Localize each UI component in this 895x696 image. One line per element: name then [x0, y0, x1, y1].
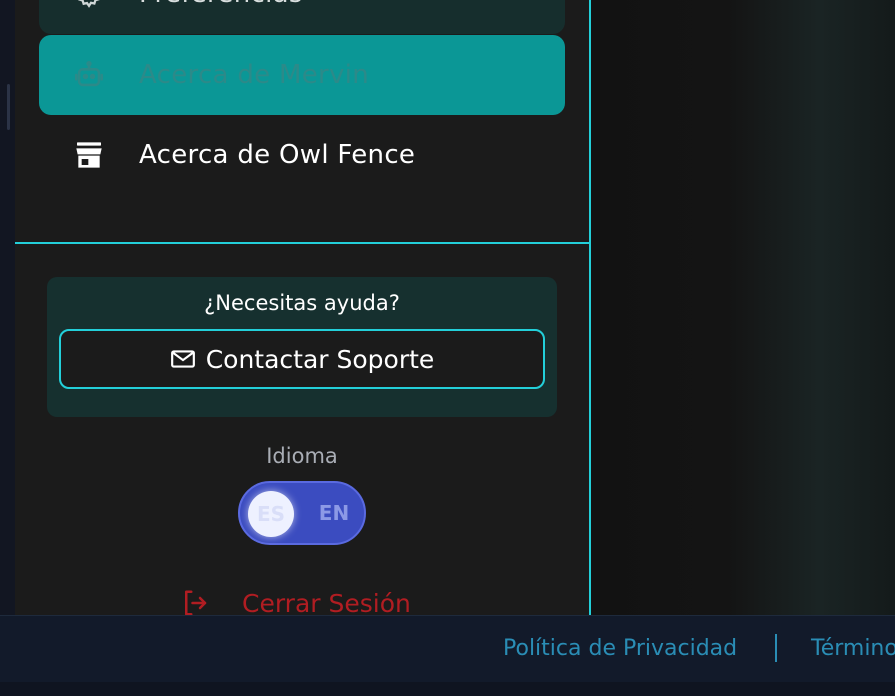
language-label: Idioma	[266, 444, 338, 468]
terms-link[interactable]: Términos	[811, 636, 895, 661]
sidebar-item-about-mervin[interactable]: Acerca de Mervin	[39, 35, 565, 115]
help-card: ¿Necesitas ayuda? Contactar Soporte	[47, 277, 557, 417]
sidebar-item-about-owl-fence[interactable]: Acerca de Owl Fence	[39, 115, 565, 195]
sidebar-divider	[15, 242, 589, 244]
contact-support-button[interactable]: Contactar Soporte	[59, 329, 545, 389]
sidebar-item-label: Preferencias	[139, 0, 303, 9]
gear-icon	[71, 0, 107, 12]
sidebar-item-label: Acerca de Mervin	[139, 60, 370, 90]
store-icon	[71, 137, 107, 173]
sidebar-item-label: Acerca de Owl Fence	[139, 140, 416, 170]
contact-support-label: Contactar Soporte	[205, 344, 435, 374]
scrollbar-thumb[interactable]	[7, 84, 10, 130]
help-title: ¿Necesitas ayuda?	[204, 291, 400, 315]
sidebar: Preferencias Acerca de Mervin Acerca de	[15, 0, 591, 618]
footer-bottom-strip	[0, 682, 895, 696]
left-rail	[0, 0, 15, 615]
robot-icon	[71, 57, 107, 93]
privacy-policy-link[interactable]: Política de Privacidad	[503, 636, 737, 661]
language-option-en: EN	[318, 501, 350, 525]
logout-icon	[180, 588, 210, 618]
main-content-area	[591, 0, 895, 615]
mail-icon	[170, 348, 196, 370]
logout-button[interactable]: Cerrar Sesión	[180, 588, 411, 618]
logout-label: Cerrar Sesión	[242, 588, 411, 618]
footer-border	[0, 615, 895, 616]
language-toggle[interactable]: ES EN	[238, 481, 366, 545]
footer-separator	[775, 634, 777, 662]
sidebar-item-preferences[interactable]: Preferencias	[39, 0, 565, 34]
language-option-es: ES	[256, 502, 286, 526]
